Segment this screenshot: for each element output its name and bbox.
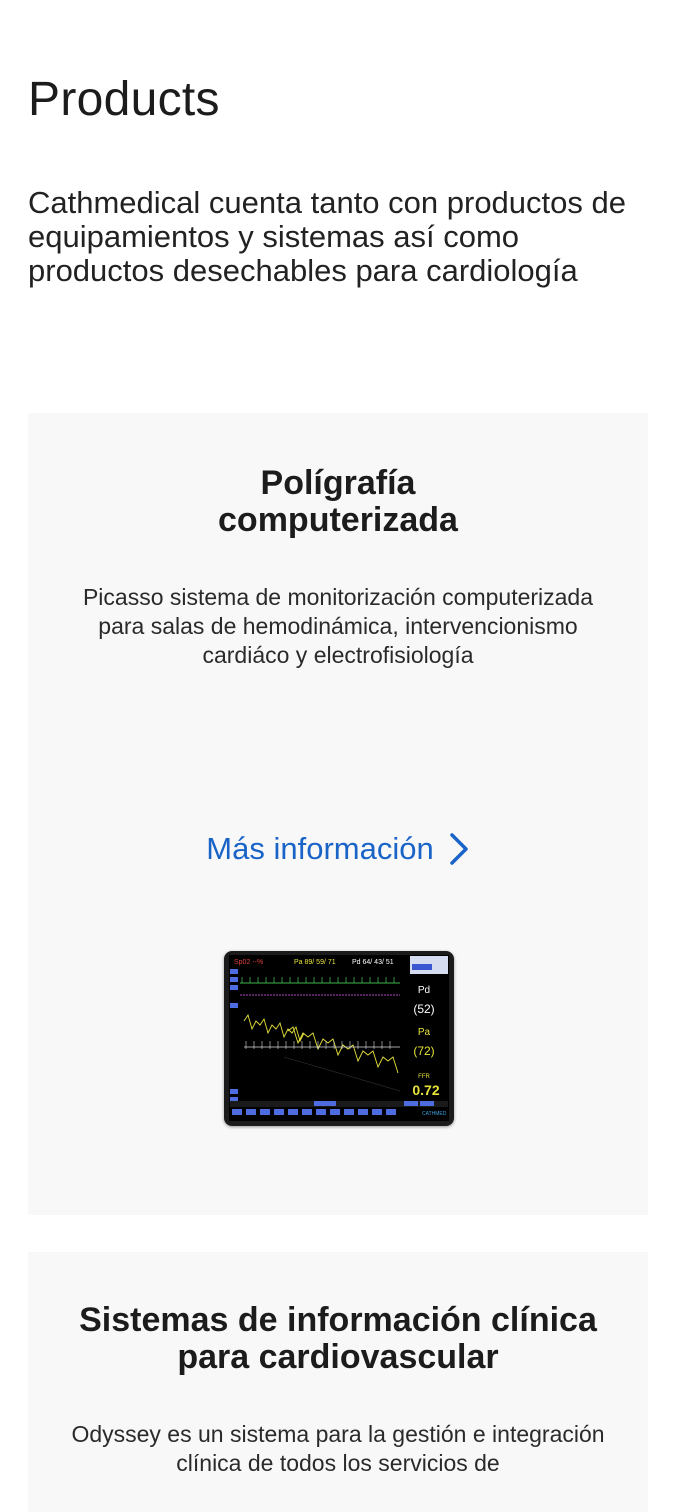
more-info-link[interactable]: Más información [28, 831, 648, 867]
monitor-pd-value: (52) [413, 1002, 434, 1016]
monitor-spo2: Sp02 --% [234, 959, 263, 966]
monitor-pa-header: Pa 89/ 59/ 71 [294, 959, 336, 966]
monitor-screen-image: Sp02 --% Pa 89/ 59/ 71 Pd 64/ 43/ 51 Pd … [224, 951, 454, 1126]
page-title: Products [28, 73, 220, 126]
monitor-pd-header: Pd 64/ 43/ 51 [352, 959, 394, 966]
page-intro: Cathmedical cuenta tanto con productos d… [28, 185, 626, 288]
monitor-brand: CATHMED [422, 1111, 447, 1117]
card-title: Sistemas de información clínica para car… [79, 1301, 597, 1376]
product-card-poligrafia: Polígrafía computerizada Picasso sistema… [28, 413, 648, 1215]
monitor-ffr-value: 0.72 [412, 1082, 439, 1098]
monitor-pa-value: (72) [413, 1044, 434, 1058]
monitor-pa-label: Pa [418, 1027, 431, 1038]
card-title: Polígrafía computerizada [218, 464, 458, 539]
card-description: Picasso sistema de monitorización comput… [82, 584, 594, 668]
more-info-label: Más información [206, 831, 434, 866]
product-card-sistemas-informacion: Sistemas de información clínica para car… [28, 1252, 648, 1512]
monitor-ffr-label: FFR [418, 1074, 430, 1080]
chevron-right-icon [449, 833, 468, 865]
monitor-pd-label: Pd [418, 985, 430, 996]
card-description: Odyssey es un sistema para la gestión e … [71, 1421, 605, 1476]
